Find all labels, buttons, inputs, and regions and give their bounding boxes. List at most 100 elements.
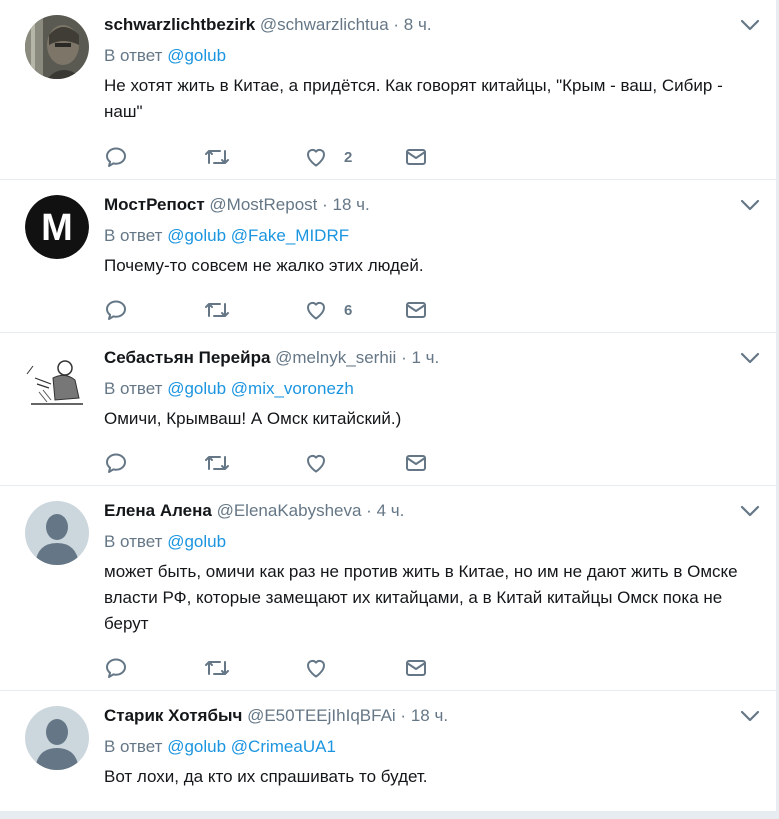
sketch-drawing-icon — [25, 348, 89, 412]
reply-icon — [106, 147, 126, 167]
tweet-text: Почему-то совсем не жалко этих людей. — [104, 256, 424, 275]
separator-dot: · — [322, 195, 328, 214]
separator-dot: · — [393, 15, 400, 34]
mention-link[interactable]: @Fake_MIDRF — [231, 226, 349, 245]
reply-context: В ответ @golub @mix_voronezh — [104, 378, 756, 400]
user-handle[interactable]: @E50TEEjIhIqBFAi — [247, 706, 396, 725]
envelope-icon — [406, 660, 426, 676]
mention-link[interactable]: @mix_voronezh — [231, 379, 354, 398]
tweet-actions — [104, 656, 504, 680]
mention-link[interactable]: @golub — [167, 226, 226, 245]
direct-message-button[interactable] — [404, 656, 504, 680]
reply-button[interactable] — [104, 451, 204, 475]
reply-context: В ответ @golub @Fake_MIDRF — [104, 225, 756, 247]
tweet-text: Вот лохи, да кто их спрашивать то будет. — [104, 767, 428, 786]
display-name[interactable]: Елена Алена — [104, 501, 212, 520]
bottom-divider — [0, 811, 779, 819]
separator-dot: · — [366, 501, 372, 520]
direct-message-button[interactable] — [404, 145, 504, 169]
display-name[interactable]: МостРепост — [104, 195, 205, 214]
avatar[interactable] — [25, 348, 89, 412]
reply-icon — [106, 300, 126, 320]
tweet-timestamp[interactable]: 8 ч. — [404, 15, 432, 34]
m-logo-icon: M — [25, 195, 89, 259]
envelope-icon — [406, 149, 426, 165]
user-handle[interactable]: @MostRepost — [209, 195, 317, 214]
tweet-text: Не хотят жить в Китае, а придётся. Как г… — [104, 76, 723, 121]
reply-button[interactable] — [104, 298, 204, 322]
like-button[interactable] — [304, 451, 404, 475]
like-button[interactable] — [304, 656, 404, 680]
mention-link[interactable]: @golub — [167, 46, 226, 65]
separator-dot: · — [401, 348, 407, 367]
direct-message-button[interactable] — [404, 298, 504, 322]
avatar[interactable] — [25, 501, 89, 565]
display-name[interactable]: schwarzlichtbezirk — [104, 15, 255, 34]
avatar[interactable] — [25, 706, 89, 770]
heart-icon — [306, 659, 326, 678]
separator-dot: · — [400, 706, 407, 725]
reply-prefix: В ответ — [104, 46, 163, 65]
retweet-icon — [205, 456, 229, 470]
tweet-timestamp[interactable]: 18 ч. — [411, 706, 448, 725]
warrior-portrait-icon — [25, 15, 89, 79]
tweet-text: Омичи, Крымваш! А Омск китайский.) — [104, 409, 402, 428]
default-avatar-icon — [25, 501, 89, 565]
chevron-down-icon[interactable] — [740, 504, 760, 518]
display-name[interactable]: Себастьян Перейра — [104, 348, 270, 367]
tweet[interactable]: Елена Алена @ElenaKabysheva · 4 ч. В отв… — [0, 486, 776, 691]
avatar[interactable]: M — [25, 195, 89, 259]
reply-button[interactable] — [104, 656, 204, 680]
retweet-icon — [205, 150, 229, 164]
display-name[interactable]: Старик Хотябыч — [104, 706, 242, 725]
tweet-text: может быть, омичи как раз не против жить… — [104, 562, 738, 633]
tweet-actions — [104, 451, 504, 475]
tweet-timestamp[interactable]: 18 ч. — [333, 195, 370, 214]
user-handle[interactable]: @melnyk_serhii — [275, 348, 396, 367]
default-avatar-icon — [25, 706, 89, 770]
retweet-icon — [205, 661, 229, 675]
reply-prefix: В ответ — [104, 379, 163, 398]
reply-prefix: В ответ — [104, 532, 163, 551]
reply-context: В ответ @golub — [104, 45, 756, 67]
chevron-down-icon[interactable] — [740, 351, 760, 365]
tweet[interactable]: Старик Хотябыч @E50TEEjIhIqBFAi · 18 ч. … — [0, 691, 776, 811]
mention-link[interactable]: @CrimeaUA1 — [231, 737, 336, 756]
like-count: 2 — [344, 148, 353, 166]
tweet[interactable]: Себастьян Перейра @melnyk_serhii · 1 ч. … — [0, 333, 776, 486]
retweet-button[interactable] — [204, 298, 304, 322]
mention-link[interactable]: @golub — [167, 532, 226, 551]
like-button[interactable]: 6 — [304, 298, 404, 322]
user-handle[interactable]: @schwarzlichtua — [260, 15, 389, 34]
reply-context: В ответ @golub — [104, 531, 756, 553]
tweet[interactable]: M МостРепост @MostRepost · 18 ч. В ответ… — [0, 180, 776, 333]
chevron-down-icon[interactable] — [740, 709, 760, 723]
mention-link[interactable]: @golub — [167, 737, 226, 756]
heart-icon — [306, 148, 326, 167]
tweet[interactable]: schwarzlichtbezirk @schwarzlichtua · 8 ч… — [0, 0, 776, 180]
like-button[interactable]: 2 — [304, 145, 404, 169]
reply-prefix: В ответ — [104, 226, 163, 245]
avatar-letter: M — [41, 207, 73, 249]
retweet-button[interactable] — [204, 451, 304, 475]
like-count: 6 — [344, 301, 353, 319]
reply-prefix: В ответ — [104, 737, 163, 756]
mention-link[interactable]: @golub — [167, 379, 226, 398]
heart-icon — [306, 301, 326, 320]
user-handle[interactable]: @ElenaKabysheva — [217, 501, 362, 520]
reply-context: В ответ @golub @CrimeaUA1 — [104, 736, 756, 758]
envelope-icon — [406, 455, 426, 471]
chevron-down-icon[interactable] — [740, 198, 760, 212]
retweet-icon — [205, 303, 229, 317]
retweet-button[interactable] — [204, 145, 304, 169]
direct-message-button[interactable] — [404, 451, 504, 475]
reply-button[interactable] — [104, 145, 204, 169]
envelope-icon — [406, 302, 426, 318]
reply-icon — [106, 658, 126, 678]
reply-icon — [106, 453, 126, 473]
chevron-down-icon[interactable] — [740, 18, 760, 32]
avatar[interactable] — [25, 15, 89, 79]
tweet-timestamp[interactable]: 1 ч. — [411, 348, 439, 367]
tweet-timestamp[interactable]: 4 ч. — [377, 501, 405, 520]
retweet-button[interactable] — [204, 656, 304, 680]
